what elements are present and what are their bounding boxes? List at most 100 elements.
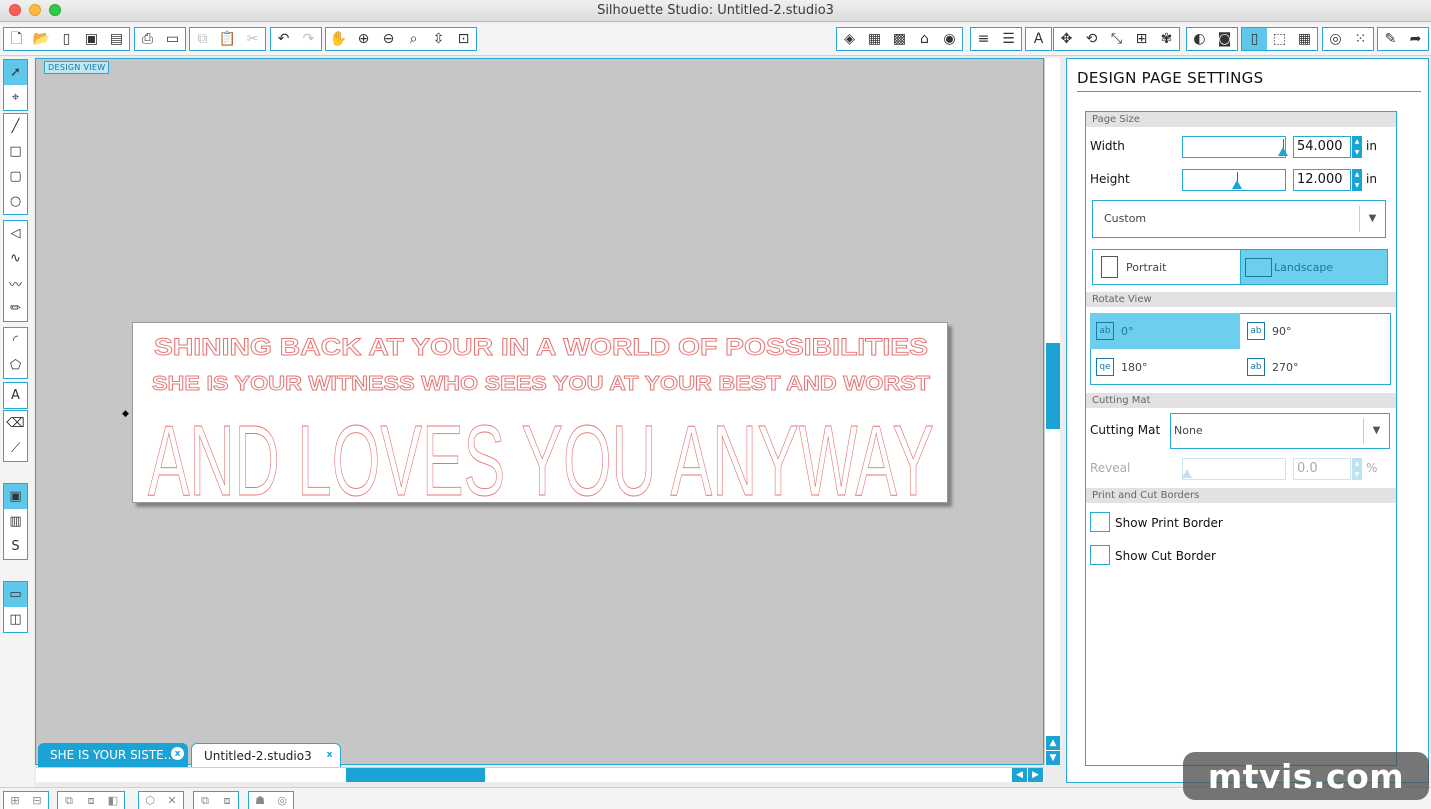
- offset-path-icon[interactable]: ◎: [271, 792, 293, 809]
- show-print-border-checkbox[interactable]: [1090, 512, 1110, 532]
- text-style-icon[interactable]: A: [1026, 28, 1051, 50]
- library-book-icon[interactable]: ▥: [4, 509, 27, 534]
- reveal-stepper[interactable]: ▲ ▼: [1352, 458, 1362, 480]
- scroll-right-button[interactable]: ▶: [1028, 768, 1043, 782]
- silhouette-store-icon[interactable]: S: [4, 534, 27, 559]
- rotate-270-button[interactable]: ab 270°: [1241, 349, 1391, 385]
- cut-icon[interactable]: ✂: [240, 28, 265, 50]
- portrait-button[interactable]: Portrait: [1092, 249, 1241, 285]
- width-slider-knob[interactable]: [1278, 147, 1288, 156]
- copy-icon[interactable]: ⧉: [190, 28, 215, 50]
- reveal-slider-knob[interactable]: [1182, 469, 1192, 478]
- freehand-tool-icon[interactable]: 〰: [4, 271, 27, 296]
- horizontal-scrollbar[interactable]: ◀ ▶: [36, 767, 1044, 782]
- rounded-rectangle-tool-icon[interactable]: ▢: [4, 164, 27, 189]
- new-document-icon[interactable]: 🗋: [4, 28, 29, 50]
- rotate-icon[interactable]: ⟲: [1079, 28, 1104, 50]
- text-line-3[interactable]: AND LOVES YOU ANYWAY: [148, 405, 935, 504]
- save-icon[interactable]: ▣: [79, 28, 104, 50]
- registration-marks-icon[interactable]: ⬚: [1267, 28, 1292, 50]
- replicate-icon[interactable]: ✾: [1154, 28, 1179, 50]
- horizontal-scroll-thumb[interactable]: [346, 768, 485, 782]
- rotate-0-button[interactable]: ab 0°: [1090, 313, 1240, 349]
- print-icon[interactable]: ⎙: [135, 28, 160, 50]
- image-effects-icon[interactable]: ☗: [249, 792, 271, 809]
- save-to-library-icon[interactable]: ▤: [104, 28, 129, 50]
- split-window-icon[interactable]: ◫: [4, 607, 27, 632]
- color-wheel-icon[interactable]: ◉: [937, 28, 962, 50]
- reveal-slider[interactable]: [1182, 458, 1286, 480]
- rotate-180-button[interactable]: qe 180°: [1090, 349, 1240, 385]
- height-slider[interactable]: [1182, 169, 1286, 191]
- gradient-icon[interactable]: ▦: [862, 28, 887, 50]
- width-slider[interactable]: [1182, 136, 1288, 158]
- offset-icon[interactable]: ◎: [1323, 28, 1348, 50]
- paste-icon[interactable]: 📋: [215, 28, 240, 50]
- align-icon[interactable]: ⊞: [1129, 28, 1154, 50]
- knife-tool-icon[interactable]: ⟋: [4, 436, 27, 461]
- show-cut-border-checkbox[interactable]: [1090, 545, 1110, 565]
- pattern-icon[interactable]: ▩: [887, 28, 912, 50]
- height-input[interactable]: 12.000: [1293, 169, 1351, 191]
- edit-points-icon[interactable]: ⌖: [4, 85, 27, 110]
- scale-icon[interactable]: ⤡: [1104, 28, 1129, 50]
- fit-to-page-icon[interactable]: ⊡: [451, 28, 476, 50]
- line-style-icon[interactable]: ⌂: [912, 28, 937, 50]
- fill-color-icon[interactable]: ◈: [837, 28, 862, 50]
- redo-icon[interactable]: ↷: [296, 28, 321, 50]
- cutting-mat-select[interactable]: None ▼: [1170, 413, 1390, 449]
- reveal-input[interactable]: 0.0: [1293, 458, 1351, 480]
- text-tool-icon[interactable]: A: [4, 383, 27, 408]
- text-line-2[interactable]: SHE IS YOUR WITNESS WHO SEES YOU AT YOUR…: [152, 373, 931, 396]
- rotate-90-button[interactable]: ab 90°: [1241, 313, 1391, 349]
- send-to-cutter-icon[interactable]: ▭: [160, 28, 185, 50]
- undo-icon[interactable]: ↶: [271, 28, 296, 50]
- send-icon[interactable]: ➦: [1403, 28, 1428, 50]
- line-weight-icon[interactable]: ☰: [996, 28, 1021, 50]
- select-arrow-icon[interactable]: ➚: [4, 60, 27, 85]
- bring-forward-icon[interactable]: ◧: [102, 792, 124, 809]
- cut-settings-icon[interactable]: ⁙: [1348, 28, 1373, 50]
- width-stepper[interactable]: ▲ ▼: [1352, 136, 1362, 158]
- zoom-selection-icon[interactable]: ⌕: [401, 28, 426, 50]
- group-icon[interactable]: ⊞: [4, 792, 26, 809]
- pencil-tool-icon[interactable]: ✏: [4, 296, 27, 321]
- delete-icon[interactable]: ✕: [161, 792, 183, 809]
- page-size-select[interactable]: Custom ▼: [1092, 200, 1386, 238]
- text-line-1[interactable]: SHINING BACK AT YOUR IN A WORLD OF POSSI…: [154, 334, 929, 362]
- scroll-up-button[interactable]: ▲: [1046, 736, 1060, 750]
- height-slider-knob[interactable]: [1232, 180, 1242, 189]
- page-settings-icon[interactable]: ▯: [1242, 28, 1267, 50]
- transform-icon[interactable]: ✥: [1054, 28, 1079, 50]
- compound-path-icon[interactable]: ⧉: [58, 792, 80, 809]
- sketch-pen-icon[interactable]: ✎: [1378, 28, 1403, 50]
- single-window-icon[interactable]: ▭: [4, 582, 27, 607]
- document-tab-1[interactable]: SHE IS YOUR SISTE... x: [38, 743, 188, 767]
- scroll-down-button[interactable]: ▼: [1046, 751, 1060, 765]
- rectangle-tool-icon[interactable]: □: [4, 139, 27, 164]
- curve-tool-icon[interactable]: ∿: [4, 246, 27, 271]
- zoom-out-icon[interactable]: ⊖: [376, 28, 401, 50]
- eraser-tool-icon[interactable]: ⌫: [4, 411, 27, 436]
- close-tab-icon[interactable]: x: [323, 748, 336, 761]
- arc-tool-icon[interactable]: ◜: [4, 328, 27, 353]
- store-icon[interactable]: ◙: [1212, 28, 1237, 50]
- design-page[interactable]: SHINING BACK AT YOUR IN A WORLD OF POSSI…: [132, 322, 948, 504]
- line-color-icon[interactable]: ≡: [971, 28, 996, 50]
- drag-zoom-icon[interactable]: ⇳: [426, 28, 451, 50]
- polygon-tool-icon[interactable]: ◁: [4, 221, 27, 246]
- line-tool-icon[interactable]: ╱: [4, 114, 27, 139]
- document-tab-2[interactable]: Untitled-2.studio3 x: [191, 743, 341, 767]
- regular-polygon-tool-icon[interactable]: ⬠: [4, 353, 27, 378]
- pan-hand-icon[interactable]: ✋: [326, 28, 351, 50]
- design-view-icon[interactable]: ▣: [4, 484, 27, 509]
- close-tab-icon[interactable]: x: [171, 747, 184, 760]
- weld-icon[interactable]: ⬡: [139, 792, 161, 809]
- duplicate-icon[interactable]: ⧉: [194, 792, 216, 809]
- height-stepper[interactable]: ▲ ▼: [1352, 169, 1362, 191]
- open-library-icon[interactable]: ▯: [54, 28, 79, 50]
- width-input[interactable]: 54.000: [1293, 136, 1351, 158]
- open-folder-icon[interactable]: 📂: [29, 28, 54, 50]
- grid-icon[interactable]: ▦: [1292, 28, 1317, 50]
- release-compound-icon[interactable]: ⧈: [80, 792, 102, 809]
